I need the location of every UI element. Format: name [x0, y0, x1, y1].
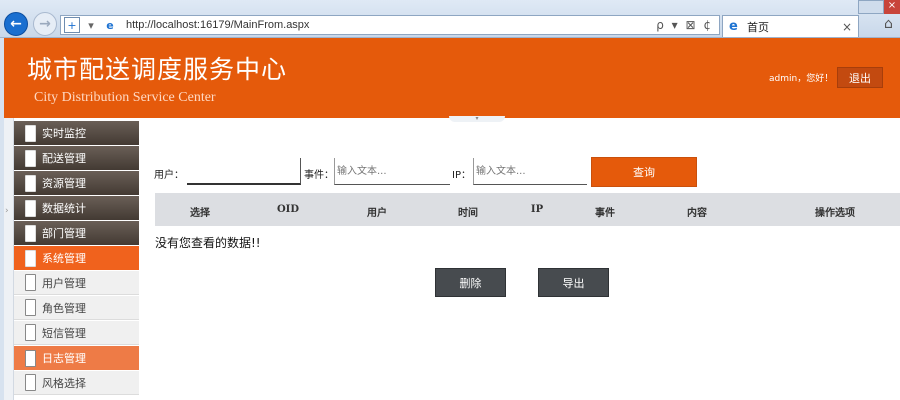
back-button[interactable]: ←: [4, 12, 28, 36]
log-table-header: 选择 OID 用户 时间 IP 事件 内容 操作选项: [155, 193, 900, 226]
statistics-icon: [25, 199, 36, 217]
monitor-icon: [25, 124, 36, 142]
search-bar: 用户： 事件： IP： 查询: [154, 156, 714, 188]
event-label: 事件：: [304, 170, 334, 181]
sidebar-item-6[interactable]: 用户管理: [14, 270, 139, 296]
window-maximize-button[interactable]: [858, 0, 884, 14]
delivery-icon: [25, 149, 36, 167]
sidebar-item-label: 资源管理: [42, 177, 86, 191]
sidebar-item-10[interactable]: 风格选择: [14, 370, 139, 396]
dropdown-icon[interactable]: ▾: [83, 17, 99, 33]
column-header: 事件: [595, 208, 615, 219]
sidebar-item-label: 数据统计: [42, 202, 86, 216]
column-header: 内容: [687, 208, 707, 219]
event-input[interactable]: [334, 158, 450, 185]
ip-label: IP：: [452, 170, 471, 181]
user-input[interactable]: [187, 158, 301, 185]
sidebar-item-7[interactable]: 角色管理: [14, 295, 139, 321]
log-icon: [25, 349, 36, 367]
column-header: OID: [276, 204, 300, 215]
close-icon: ×: [887, 0, 897, 11]
site-header: 城市配送调度服务中心 City Distribution Service Cen…: [4, 38, 900, 122]
address-tools[interactable]: ρ ▾ ⊠ ¢: [656, 18, 713, 32]
chevron-right-icon: ›: [5, 206, 9, 216]
sidebar-item-0[interactable]: 实时监控: [14, 121, 139, 146]
sidebar-item-5[interactable]: 系统管理: [14, 245, 139, 271]
tab-title: 首页: [747, 20, 769, 34]
url-text: http://localhost:16179/MainFrom.aspx: [126, 19, 310, 31]
sidebar-item-3[interactable]: 数据统计: [14, 195, 139, 221]
logout-button[interactable]: 退出: [837, 67, 883, 88]
sidebar-item-label: 实时监控: [42, 127, 86, 141]
sidebar-item-1[interactable]: 配送管理: [14, 145, 139, 171]
ip-input[interactable]: [473, 158, 587, 185]
site-title: 城市配送调度服务中心: [27, 55, 288, 84]
sidebar-item-4[interactable]: 部门管理: [14, 220, 139, 246]
browser-tab[interactable]: e 首页 ×: [722, 15, 859, 37]
query-button[interactable]: 查询: [591, 157, 697, 187]
user-label: 用户：: [154, 170, 184, 181]
address-bar[interactable]: + ▾ e http://localhost:16179/MainFrom.as…: [60, 15, 720, 35]
sidebar-item-8[interactable]: 短信管理: [14, 320, 139, 346]
sidebar-item-label: 配送管理: [42, 152, 86, 166]
sidebar-item-label: 短信管理: [42, 326, 86, 340]
sidebar-item-label: 角色管理: [42, 301, 86, 315]
collapse-header-handle[interactable]: ▾: [449, 116, 505, 122]
column-header: 用户: [367, 208, 387, 219]
department-icon: [25, 224, 36, 242]
empty-message: 没有您查看的数据!!: [155, 236, 261, 250]
ie-tab-icon: e: [729, 18, 738, 34]
sidebar-item-label: 日志管理: [42, 352, 86, 366]
sidebar-item-label: 系统管理: [42, 252, 86, 266]
column-header: IP: [530, 204, 544, 215]
column-header: 时间: [458, 208, 478, 219]
sms-icon: [25, 324, 36, 342]
arrow-left-icon: ←: [10, 16, 22, 32]
sidebar-item-label: 部门管理: [42, 227, 86, 241]
sidebar-menu: 实时监控配送管理资源管理数据统计部门管理系统管理用户管理角色管理短信管理日志管理…: [14, 121, 139, 400]
sidebar-item-label: 风格选择: [42, 376, 86, 390]
browser-toolbar: ← → + ▾ e http://localhost:16179/MainFro…: [0, 0, 900, 38]
user-icon: [25, 274, 36, 292]
arrow-right-icon: →: [39, 16, 51, 32]
forward-button[interactable]: →: [33, 12, 57, 36]
column-header: 操作选项: [815, 208, 855, 219]
sidebar-splitter[interactable]: ›: [4, 118, 14, 400]
sidebar-item-label: 用户管理: [42, 276, 86, 290]
column-header: 选择: [190, 208, 210, 219]
ie-page-icon: e: [106, 18, 114, 32]
sidebar-item-9[interactable]: 日志管理: [14, 345, 139, 371]
home-icon[interactable]: ⌂: [884, 16, 893, 32]
compat-view-icon[interactable]: +: [64, 17, 80, 33]
export-button[interactable]: 导出: [538, 268, 609, 297]
chevron-down-icon: ▾: [475, 115, 479, 122]
style-icon: [25, 374, 36, 392]
system-icon: [25, 249, 36, 267]
close-tab-icon[interactable]: ×: [842, 20, 852, 34]
window-close-button[interactable]: ×: [884, 0, 900, 14]
role-icon: [25, 299, 36, 317]
delete-button[interactable]: 删除: [435, 268, 506, 297]
sidebar-item-2[interactable]: 资源管理: [14, 170, 139, 196]
site-subtitle: City Distribution Service Center: [34, 90, 216, 105]
user-greeting: admin，您好！: [769, 74, 834, 84]
resource-icon: [25, 174, 36, 192]
